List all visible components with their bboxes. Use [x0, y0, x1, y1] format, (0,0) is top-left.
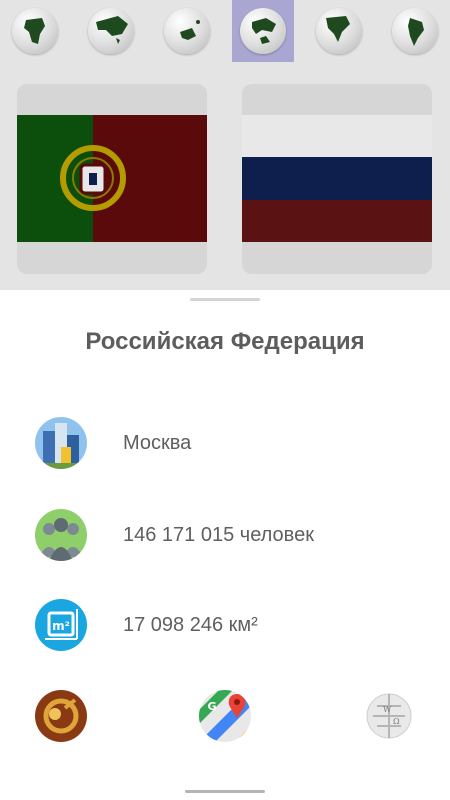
action-icons: G W Ω	[0, 690, 450, 742]
sheet-drag-handle[interactable]	[190, 298, 260, 301]
svg-text:m²: m²	[52, 619, 70, 633]
europe-globe-icon	[240, 8, 286, 54]
russia-flag-icon	[242, 115, 432, 242]
google-maps-icon[interactable]: G	[199, 690, 251, 742]
background-screen	[0, 0, 450, 290]
svg-text:Ω: Ω	[393, 717, 400, 726]
tab-south-america[interactable]	[384, 0, 446, 62]
portugal-flag-icon	[17, 115, 207, 242]
tab-north-america[interactable]	[308, 0, 370, 62]
population-row: 146 171 015 человек	[35, 508, 435, 562]
area-value: 17 098 246 км²	[123, 613, 258, 636]
continent-tabs	[0, 0, 450, 62]
africa-globe-icon	[12, 8, 58, 54]
asia-globe-icon	[88, 8, 134, 54]
flag-card-portugal[interactable]	[17, 84, 207, 274]
svg-text:G: G	[207, 700, 216, 713]
north-america-globe-icon	[316, 8, 362, 54]
system-nav-bar[interactable]	[185, 790, 265, 793]
area-m2-icon: m²	[35, 599, 87, 651]
wikipedia-globe-icon[interactable]: W Ω	[363, 690, 415, 742]
people-group-icon	[35, 509, 87, 561]
area-row: m² 17 098 246 км²	[35, 598, 435, 652]
country-title: Российская Федерация	[85, 328, 365, 355]
tab-oceania[interactable]	[156, 0, 218, 62]
tab-africa[interactable]	[4, 0, 66, 62]
tab-asia[interactable]	[80, 0, 142, 62]
anthem-horn-icon[interactable]	[35, 690, 87, 742]
tab-europe[interactable]	[232, 0, 294, 62]
flag-card-russia[interactable]	[242, 84, 432, 274]
south-america-globe-icon	[392, 8, 438, 54]
city-buildings-icon	[35, 417, 87, 469]
population-value: 146 171 015 человек	[123, 523, 314, 546]
country-info-sheet: Российская Федерация Москва 146 171 015 …	[0, 290, 450, 800]
svg-text:W: W	[383, 705, 392, 714]
capital-value: Москва	[123, 431, 192, 454]
oceania-globe-icon	[164, 8, 210, 54]
capital-row: Москва	[35, 416, 435, 470]
